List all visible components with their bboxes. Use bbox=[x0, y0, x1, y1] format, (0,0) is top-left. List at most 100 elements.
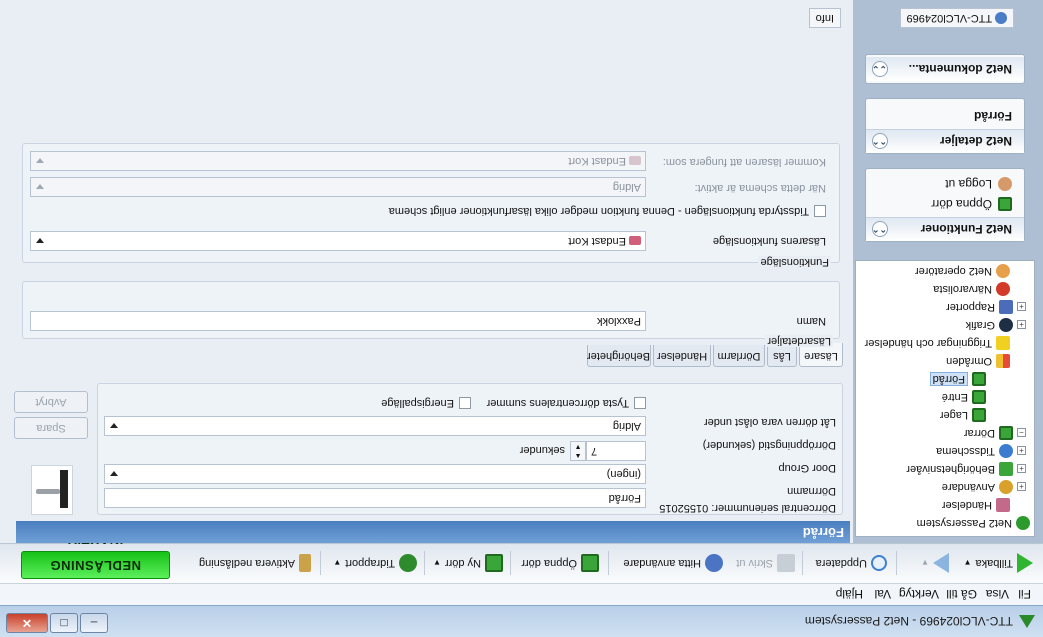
checkbox-icon[interactable] bbox=[814, 205, 826, 217]
dropdown-arrow-icon bbox=[36, 238, 44, 243]
expand-icon[interactable]: + bbox=[1017, 302, 1026, 312]
new-door-button[interactable]: Ny dörr ▼ bbox=[433, 551, 503, 575]
operators-icon bbox=[996, 264, 1010, 278]
tree-item-door-lager[interactable]: Lager bbox=[940, 406, 986, 424]
timezone-icon bbox=[999, 444, 1013, 458]
checkbox-icon[interactable] bbox=[634, 397, 646, 409]
silence-alarm-checkbox[interactable]: Tysta dörrcentralens summer bbox=[487, 397, 646, 409]
print-button[interactable]: Skriv ut bbox=[736, 551, 795, 575]
access-levels-icon bbox=[999, 462, 1013, 476]
expand-icon[interactable]: + bbox=[1017, 464, 1026, 474]
eye-icon bbox=[999, 318, 1013, 332]
tab-permissions[interactable]: Behörigheter bbox=[587, 345, 651, 367]
collapse-chevron-icon[interactable]: ⌃⌃ bbox=[872, 133, 888, 149]
close-button[interactable]: ✕ bbox=[6, 613, 48, 633]
toolbar-separator bbox=[424, 551, 425, 575]
tree-item-roll-call[interactable]: Närvarolista bbox=[933, 280, 1010, 298]
schedule-active-select[interactable]: Aldrig bbox=[30, 177, 646, 197]
door-icon bbox=[485, 554, 503, 572]
menu-view[interactable]: Visa bbox=[986, 587, 1009, 601]
tree-item-access-levels[interactable]: + Behörighetsnivåer bbox=[906, 460, 1026, 478]
door-name-label: Dörrnamn bbox=[787, 485, 836, 497]
open-door-link[interactable]: Öppna dörr bbox=[931, 197, 1012, 211]
door-icon bbox=[581, 554, 599, 572]
cancel-button[interactable]: Avbryt bbox=[14, 391, 88, 413]
open-time-spinner[interactable]: ▲ ▼ bbox=[570, 441, 586, 461]
menu-options[interactable]: Val bbox=[875, 587, 891, 601]
dropdown-arrow-icon bbox=[36, 184, 44, 189]
dropdown-arrow-icon: ▼ bbox=[921, 558, 929, 568]
minimize-button[interactable]: – bbox=[80, 613, 108, 633]
expand-chevron-icon[interactable]: ⌄⌄ bbox=[872, 61, 888, 77]
title-bar[interactable]: TTC-VLCl024969 - Net2 Passersystem – □ ✕ bbox=[0, 605, 1043, 637]
tree-item-reports[interactable]: + Rapporter bbox=[946, 298, 1026, 316]
users-icon bbox=[999, 480, 1013, 494]
info-status[interactable]: Info bbox=[808, 8, 841, 28]
dropdown-arrow-icon bbox=[110, 471, 118, 476]
door-group-select[interactable]: (ingen) bbox=[104, 464, 646, 484]
expand-icon[interactable]: + bbox=[1017, 446, 1026, 456]
find-user-button[interactable]: Hitta användare bbox=[623, 551, 723, 575]
collapse-chevron-icon[interactable]: ⌃⌃ bbox=[872, 221, 888, 237]
reader-mode-select[interactable]: Endast Kort bbox=[30, 151, 646, 171]
refresh-button[interactable]: Uppdatera bbox=[816, 551, 887, 575]
maximize-button[interactable]: □ bbox=[50, 613, 78, 633]
menu-tools[interactable]: Verktyg bbox=[899, 587, 939, 601]
save-button[interactable]: Spara bbox=[14, 417, 88, 439]
open-door-button[interactable]: Öppna dörr bbox=[521, 551, 599, 575]
timed-function-checkbox[interactable]: Tidsstyrda funktionslägen - Denna funkti… bbox=[389, 205, 826, 217]
navigation-tree: Net2 Passersystem Händelser + Användare … bbox=[855, 260, 1035, 537]
tab-lock[interactable]: Lås bbox=[767, 345, 797, 367]
tab-door-alarm[interactable]: Dörrlarm bbox=[713, 345, 765, 367]
leave-unlocked-label: Låt dörren vara olåst under bbox=[703, 416, 836, 428]
collapse-icon[interactable]: − bbox=[1017, 428, 1026, 438]
back-arrow-icon bbox=[1017, 553, 1033, 573]
open-door-label: Öppna dörr bbox=[521, 557, 577, 569]
tree-item-graphics[interactable]: + Grafik bbox=[966, 316, 1026, 334]
functions-panel: Net2 Funktioner ⌃⌃ Öppna dörr Logga ut bbox=[865, 168, 1025, 242]
spin-down-icon[interactable]: ▼ bbox=[571, 442, 585, 451]
door-group-value: (ingen) bbox=[606, 468, 641, 480]
menu-help[interactable]: Hjälp bbox=[836, 587, 863, 601]
leave-unlocked-select[interactable]: Aldrig bbox=[104, 416, 646, 436]
tab-events[interactable]: Händelser bbox=[653, 345, 711, 367]
functions-panel-header[interactable]: Net2 Funktioner ⌃⌃ bbox=[866, 217, 1024, 241]
time-report-button[interactable]: Tidrapport ▼ bbox=[333, 551, 417, 575]
dropdown-arrow-icon: ▼ bbox=[333, 558, 342, 568]
roll-call-icon bbox=[996, 282, 1010, 296]
energy-save-checkbox[interactable]: Energispalläge bbox=[381, 397, 471, 409]
expand-icon[interactable]: + bbox=[1017, 482, 1026, 492]
dropdown-arrow-icon bbox=[36, 158, 44, 163]
tree-item-timezones[interactable]: + Tidsschema bbox=[936, 442, 1026, 460]
door-name-input[interactable]: Förråd bbox=[104, 488, 646, 508]
reader-function-select[interactable]: Endast Kort bbox=[30, 231, 646, 251]
spin-up-icon[interactable]: ▲ bbox=[571, 451, 585, 460]
details-panel-header[interactable]: Net2 detaljer ⌃⌃ bbox=[866, 129, 1024, 153]
expand-icon[interactable]: + bbox=[1017, 320, 1026, 330]
tree-item-operators[interactable]: Net2 operatörer bbox=[915, 262, 1010, 280]
activate-lockdown-label: Aktivera nedlåsning bbox=[198, 557, 295, 569]
log-out-link[interactable]: Logga ut bbox=[945, 177, 1012, 191]
tree-item-door-entre[interactable]: Entré bbox=[942, 388, 986, 406]
tree-item-doors[interactable]: − Dörrar bbox=[964, 424, 1026, 442]
reader-name-input[interactable]: Paxxlokk bbox=[30, 311, 646, 331]
menu-goto[interactable]: Gå till bbox=[946, 587, 977, 601]
card-icon bbox=[629, 236, 641, 246]
checkbox-icon[interactable] bbox=[459, 397, 471, 409]
documents-panel-header[interactable]: Net2 dokumenta... ⌄⌄ bbox=[866, 57, 1024, 81]
tree-item-users[interactable]: + Användare bbox=[942, 478, 1026, 496]
forward-arrow-icon bbox=[933, 553, 949, 573]
energy-save-label: Energispalläge bbox=[381, 397, 454, 409]
tree-item-triggers[interactable]: Triggningar och händelser bbox=[865, 334, 1010, 352]
back-button[interactable]: Tillbaka ▼ bbox=[964, 551, 1033, 575]
forward-button[interactable]: ▼ bbox=[921, 551, 949, 575]
activate-lockdown-button[interactable]: Aktivera nedlåsning bbox=[199, 551, 311, 575]
refresh-label: Uppdatera bbox=[815, 557, 867, 569]
tree-item-door-forrad[interactable]: Förråd bbox=[929, 370, 986, 388]
tree-item-system[interactable]: Net2 Passersystem bbox=[917, 514, 1030, 532]
open-time-input[interactable]: 7 bbox=[586, 441, 646, 461]
tree-item-areas[interactable]: Områden bbox=[946, 352, 1010, 370]
menu-file[interactable]: Fil bbox=[1018, 587, 1031, 601]
schedule-active-label: När detta schema är aktivt: bbox=[694, 182, 826, 194]
tree-item-events[interactable]: Händelser bbox=[942, 496, 1010, 514]
